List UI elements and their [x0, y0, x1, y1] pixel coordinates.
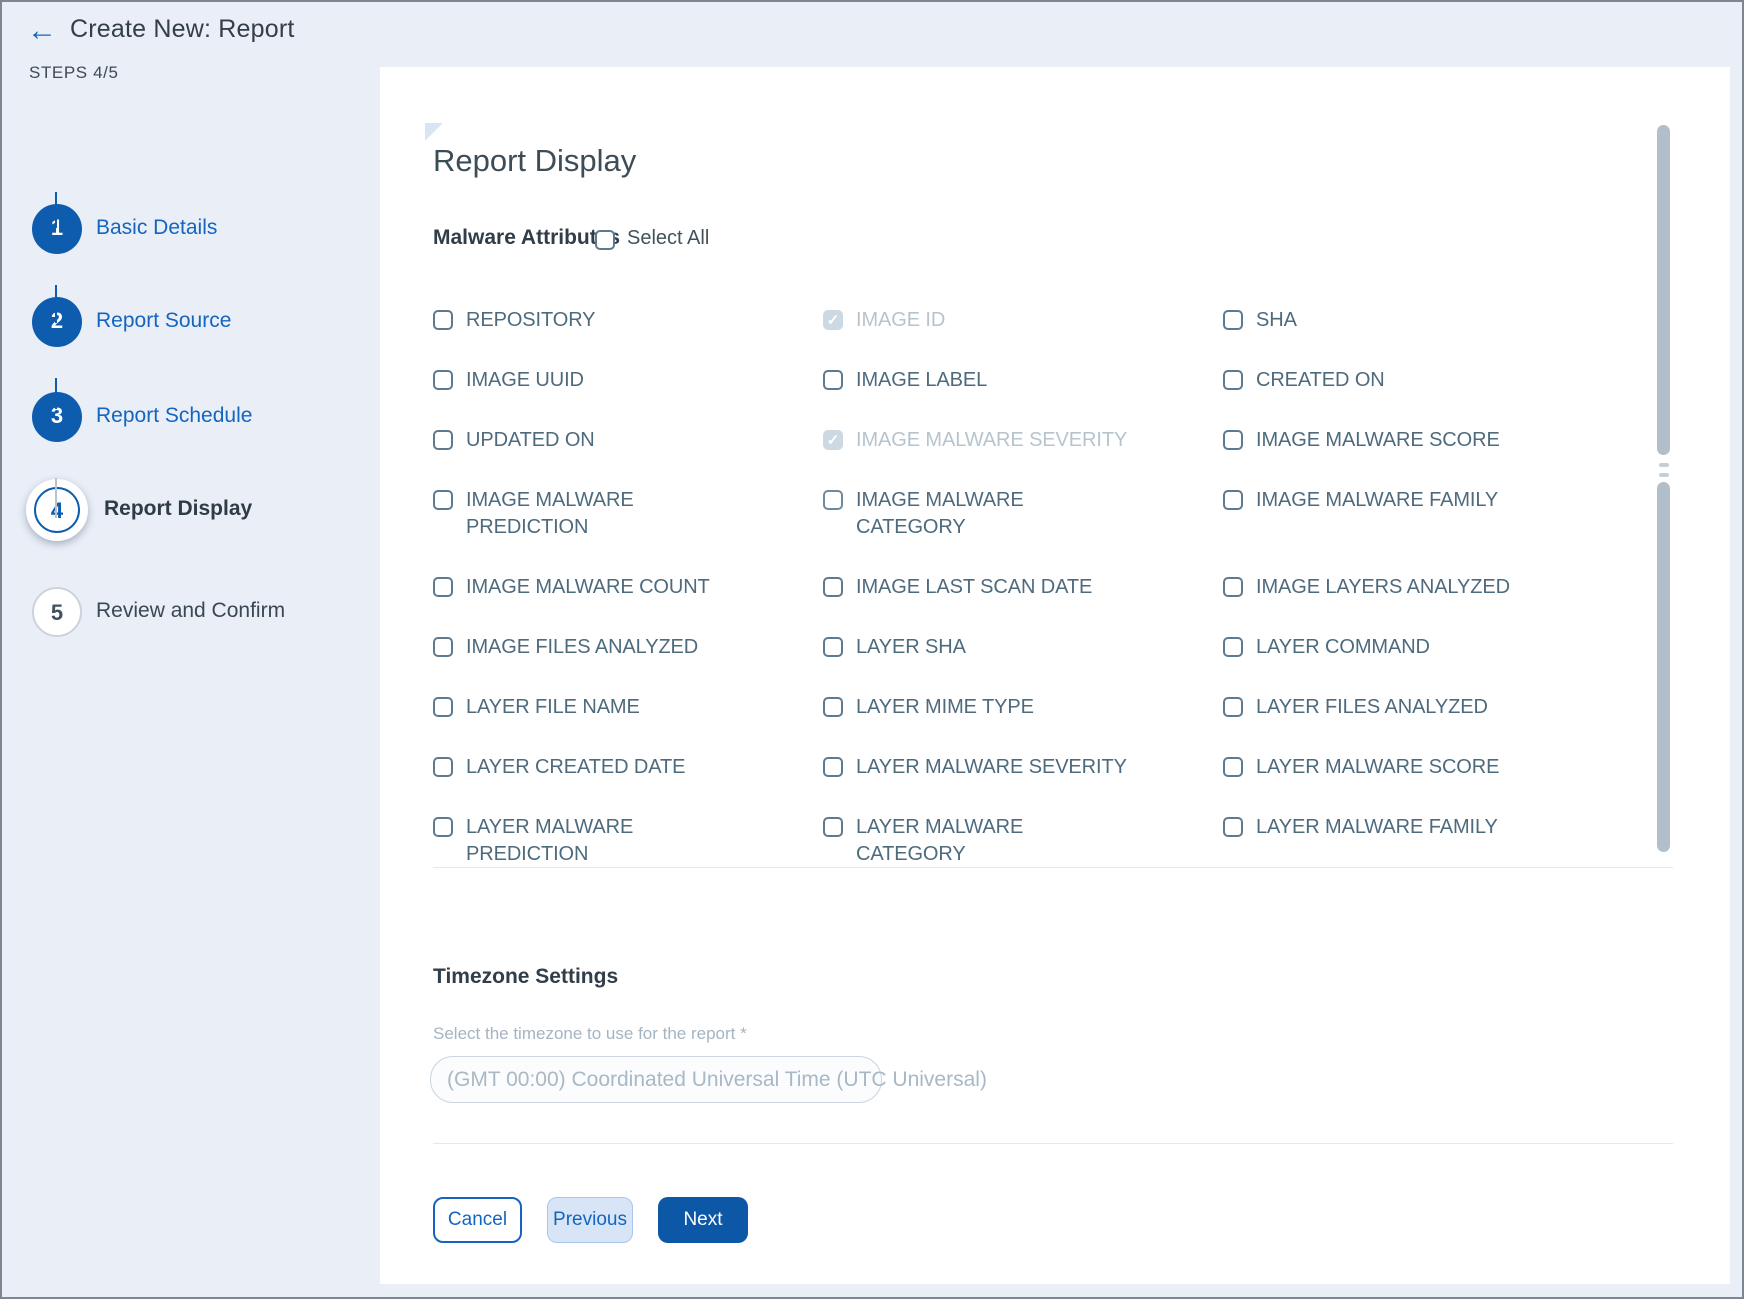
window-border [0, 0, 1744, 1299]
